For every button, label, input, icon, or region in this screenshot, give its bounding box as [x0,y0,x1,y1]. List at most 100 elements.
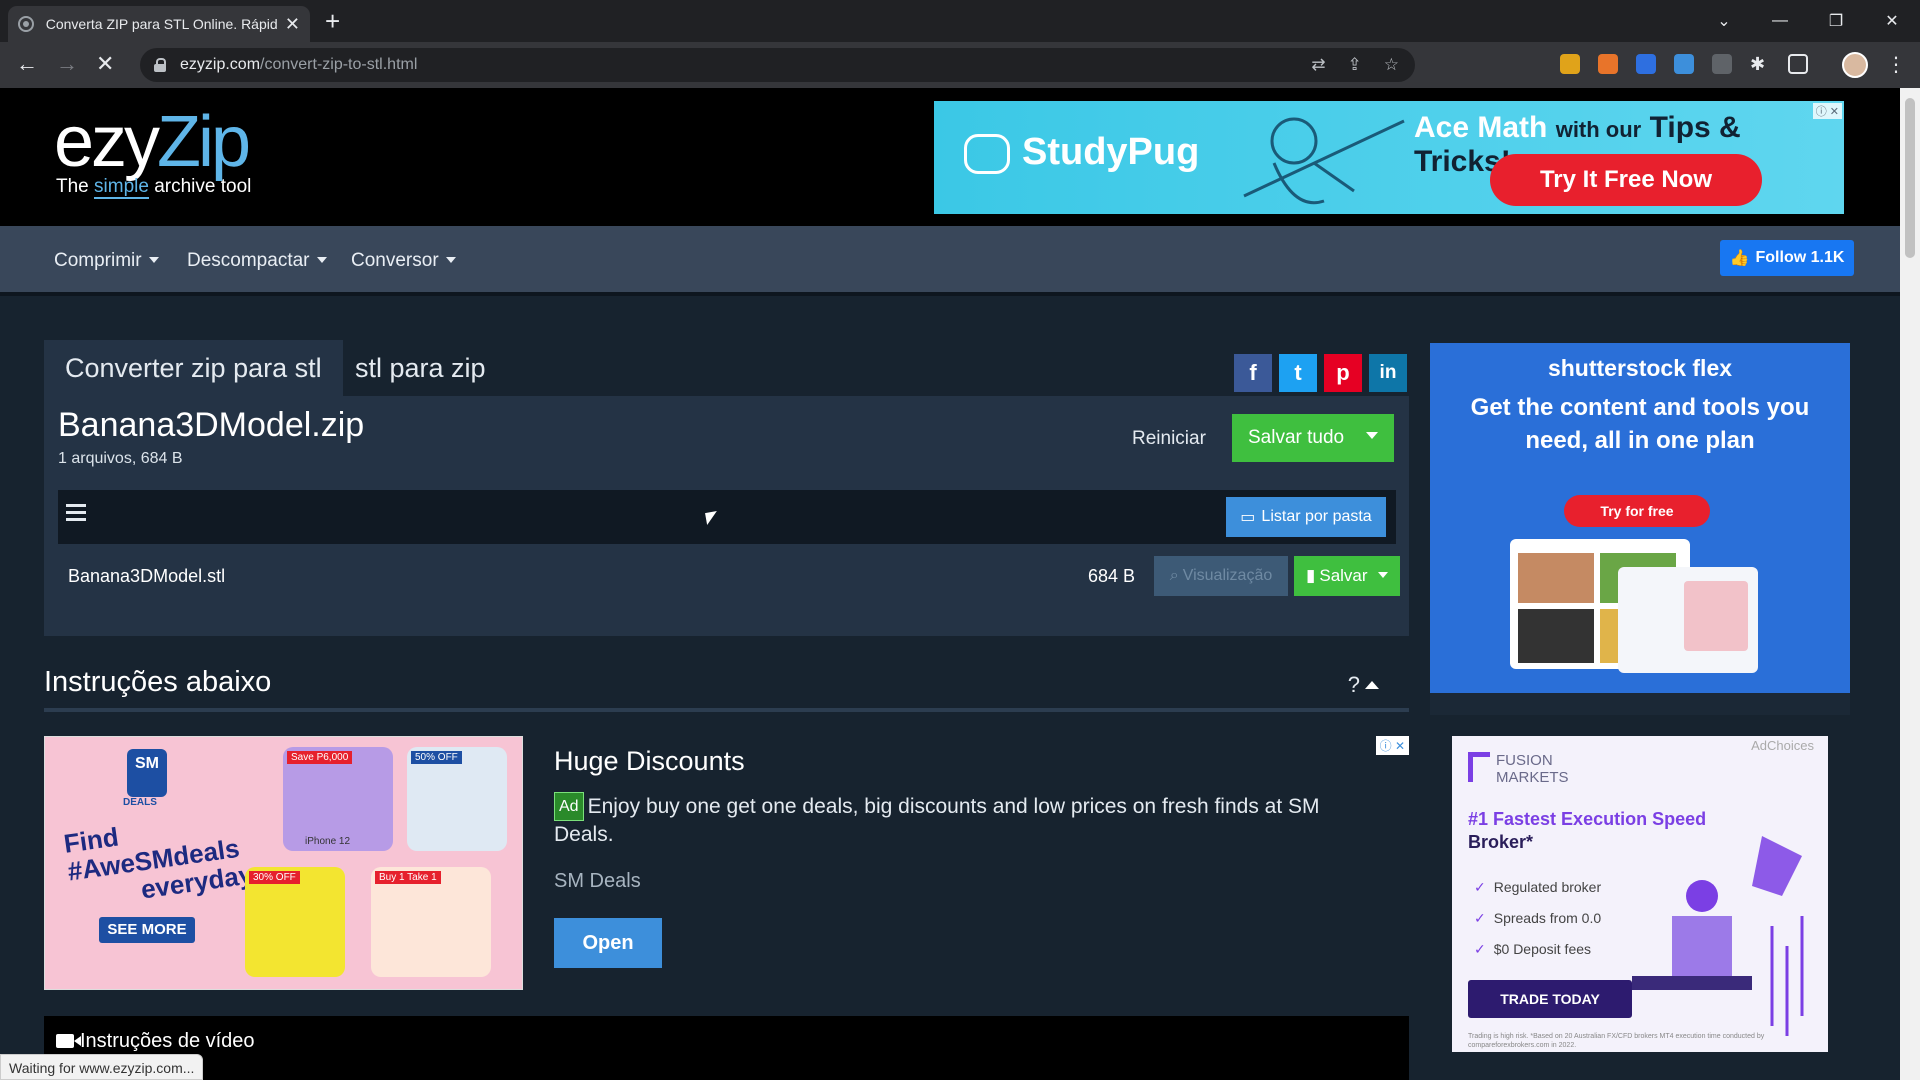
ad-close-icon[interactable]: ⓘ ✕ [1375,736,1409,755]
pinterest-share-icon[interactable]: p [1324,354,1362,392]
ad-close-icon[interactable]: ⓘ ✕ [1812,103,1842,119]
shoe-product: 30% OFF [245,867,345,977]
native-ad[interactable]: SM DEALS Find #AweSMdeals everyday SEE M… [44,736,1409,990]
window-close-icon[interactable]: ✕ [1864,11,1920,31]
feature-text: Spreads from 0.0 [1493,910,1602,926]
browser-tab-strip: Converta ZIP para STL Online. Rápido e S… [0,0,1920,42]
ezyzip-logo[interactable]: ezyZip The simple archive tool [54,106,251,199]
linkedin-share-icon[interactable]: in [1369,354,1407,392]
tab-search-icon[interactable]: ⌄ [1696,11,1752,31]
facebook-share-icon[interactable]: f [1234,354,1272,392]
see-more-button[interactable]: SEE MORE [99,917,195,943]
download-icon[interactable] [1712,54,1732,74]
fifty-off-tag: 50% OFF [411,751,462,764]
instructions-header: Instruções abaixo ? [44,666,1409,712]
tab-stl-to-zip[interactable]: stl para zip [334,340,507,396]
extension-shield-icon[interactable] [1636,54,1656,74]
stop-loading-icon[interactable]: ✕ [96,52,114,76]
owl-icon [964,133,1010,174]
check-icon: ✓ [1474,941,1486,957]
new-tab-icon[interactable]: + [325,6,340,36]
open-button[interactable]: Open [554,918,662,968]
preview-button[interactable]: ⌕ Visualização [1154,556,1288,596]
list-item: ✓ Regulated broker [1474,872,1601,903]
puzzle-extensions-icon[interactable]: ✱ [1750,54,1770,74]
ad-description-text: Enjoy buy one get one deals, big discoun… [554,795,1320,846]
list-by-folder-button[interactable]: ▭ Listar por pasta [1226,497,1386,537]
list-item: ✓ Spreads from 0.0 [1474,903,1601,934]
reset-button[interactable]: Reiniciar [1132,428,1206,450]
side-panel-icon[interactable] [1788,54,1808,74]
chevron-down-icon[interactable] [1378,572,1388,578]
url-path: /convert-zip-to-stl.html [260,56,418,73]
fine-print: Trading is high risk. *Based on 20 Austr… [1468,1033,1765,1049]
tagline-simple: simple [94,176,149,199]
thumbs-up-icon: 👍 [1729,250,1750,267]
follow-label: Follow 1.1K [1755,249,1845,266]
url-host: ezyzip.com [180,56,261,73]
trade-today-button[interactable]: TRADE TODAY [1468,980,1632,1018]
nav-conversor[interactable]: Conversor [351,250,456,272]
site-header: ezyZip The simple archive tool StudyPug … [0,88,1900,226]
browser-tab-active[interactable]: Converta ZIP para STL Online. Rápido e S… [8,6,310,42]
ad-headline-b: with our [1555,117,1642,142]
web-page: ezyZip The simple archive tool StudyPug … [0,88,1900,1080]
facebook-follow-button[interactable]: 👍 Follow 1.1K [1720,240,1854,276]
profile-avatar[interactable] [1842,52,1868,78]
extension-icon[interactable] [1560,54,1580,74]
ad-headline[interactable]: Huge Discounts [554,746,745,777]
tab-zip-to-stl[interactable]: Converter zip para stl [44,340,343,396]
chevron-down-icon[interactable] [1366,432,1378,439]
nav-comprimir[interactable]: Comprimir [54,250,159,272]
browser-toolbar: ← → ✕ ezyzip.com/convert-zip-to-stl.html… [0,42,1920,88]
extension-window-icon[interactable] [1674,54,1694,74]
back-icon[interactable]: ← [16,52,38,76]
math-doodle-icon [1243,117,1405,205]
share-icon[interactable]: ⇪ [1348,55,1362,75]
studypug-ad-banner[interactable]: StudyPug Ace Math with our Tips & Tricks… [934,101,1844,214]
video-camera-icon [56,1034,81,1048]
try-it-free-button[interactable]: Try It Free Now [1490,154,1762,206]
video-title-text: Instruções de vídeo [80,1030,255,1052]
studypug-logo: StudyPug [964,131,1199,174]
feature-text: Regulated broker [1493,879,1602,895]
video-instructions[interactable]: Instruções de vídeo [44,1016,1409,1080]
window-controls: ⌄ — ❐ ✕ [1696,0,1920,42]
list-by-folder-label: Listar por pasta [1261,508,1372,525]
translate-icon[interactable]: ⇄ [1311,55,1325,75]
ad-description: Ad Enjoy buy one get one deals, big disco… [554,792,1384,848]
tab-title: Converta ZIP para STL Online. Rápido e S… [45,16,277,32]
save-all-button[interactable]: Salvar tudo [1232,414,1394,462]
iphone-product: Save P6,000 iPhone 12 [283,747,393,851]
omnibox-actions: ⇄ ⇪ ☆ [1311,55,1399,75]
shutterstock-headline: Get the content and tools you need, all … [1470,394,1810,454]
close-icon[interactable]: ✕ [285,14,300,35]
metamask-icon[interactable] [1598,54,1618,74]
main-navbar: Comprimir Descompactar Conversor 👍 Follo… [0,226,1900,296]
shutterstock-ad[interactable]: shutterstock flex Get the content and to… [1430,343,1850,693]
video-title: Instruções de vídeo [56,1030,255,1053]
scrollbar-thumb[interactable] [1905,98,1915,258]
minimize-icon[interactable]: — [1752,12,1808,30]
restore-icon[interactable]: ❐ [1808,11,1864,31]
fusion-markets-ad[interactable]: FUSION MARKETS AdChoices #1 Fastest Execu… [1452,736,1828,1052]
kebab-menu-icon[interactable]: ⋮ [1886,52,1906,77]
check-icon: ✓ [1474,879,1486,895]
chevron-up-icon [1365,681,1379,689]
try-for-free-button[interactable]: Try for free [1564,495,1710,527]
sm-deals-ad-image[interactable]: SM DEALS Find #AweSMdeals everyday SEE M… [44,736,523,990]
list-icon[interactable] [66,504,86,522]
adchoices-label[interactable]: AdChoices [1751,738,1814,753]
page-scrollbar[interactable] [1900,88,1920,1080]
nav-descompactar[interactable]: Descompactar [187,250,327,272]
instructions-toggle[interactable]: ? [1348,672,1379,698]
bookmark-star-icon[interactable]: ☆ [1384,55,1399,75]
save-file-button[interactable]: ▮ Salvar [1294,556,1400,596]
fusion-f-icon [1468,752,1490,782]
lock-icon[interactable] [154,58,166,72]
address-bar[interactable]: ezyzip.com/convert-zip-to-stl.html ⇄ ⇪ ☆ [140,48,1415,82]
converter-tool: Converter zip para stl stl para zip f t … [44,340,1409,636]
fusion-headline-b: Broker* [1468,832,1534,852]
twitter-share-icon[interactable]: t [1279,354,1317,392]
forward-icon[interactable]: → [56,52,78,76]
